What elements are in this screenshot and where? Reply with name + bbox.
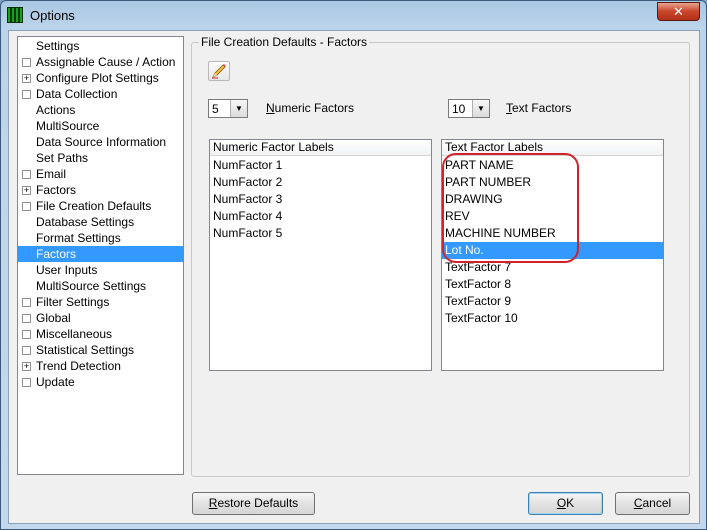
tree-item[interactable]: User Inputs [18,262,183,278]
tree-item-label: Database Settings [36,215,135,229]
close-button[interactable]: ✕ [657,2,700,21]
tree-item-label: Data Collection [36,87,118,101]
expand-icon[interactable]: + [22,186,31,195]
tree-item-label: Assignable Cause / Action [36,55,176,69]
list-item[interactable]: TextFactor 9 [442,293,663,310]
tree-box-icon[interactable] [22,90,31,99]
tree-box-icon[interactable] [22,170,31,179]
tree-item-label: Global [36,311,71,325]
text-factors-label: Text Factors [506,101,572,115]
tree-item-label: MultiSource Settings [36,279,147,293]
title-bar[interactable]: Options ✕ [1,1,706,29]
tree-item[interactable]: Email [18,166,183,182]
window-title: Options [30,8,75,23]
tree-item-label: Format Settings [36,231,121,245]
numeric-factors-combo[interactable]: 5 ▼ [208,99,248,118]
numeric-list-header: Numeric Factor Labels [210,140,431,156]
numeric-factors-value: 5 [212,102,219,116]
tree-item[interactable]: + Trend Detection [18,358,183,374]
tree-item[interactable]: Data Source Information [18,134,183,150]
tree-item[interactable]: Miscellaneous [18,326,183,342]
tree-item[interactable]: + Factors [18,182,183,198]
text-factors-combo[interactable]: 10 ▼ [448,99,490,118]
tree-box-icon[interactable] [22,58,31,67]
text-factors-value: 10 [452,102,466,116]
tree-root-settings[interactable]: Settings [18,38,183,54]
tree-item[interactable]: Factors [18,246,183,262]
tree-item[interactable]: Filter Settings [18,294,183,310]
list-item[interactable]: TextFactor 8 [442,276,663,293]
tree-item-label: Actions [36,103,76,117]
tree-item-label: Factors [36,247,77,261]
chevron-down-icon[interactable]: ▼ [230,100,247,117]
tree-item[interactable]: File Creation Defaults [18,198,183,214]
app-grid-icon [7,7,23,23]
settings-tree[interactable]: Settings Assignable Cause / Action + Confi… [17,36,184,475]
list-item[interactable]: NumFactor 1 [210,157,431,174]
tree-item[interactable]: Global [18,310,183,326]
expand-icon[interactable]: + [22,74,31,83]
tree-root-label: Settings [36,39,80,53]
tree-box-icon[interactable] [22,346,31,355]
tree-item-label: File Creation Defaults [36,199,152,213]
tree-item-label: Statistical Settings [36,343,135,357]
tree-box-icon[interactable] [22,202,31,211]
list-item[interactable]: NumFactor 4 [210,208,431,225]
list-item[interactable]: TextFactor 10 [442,310,663,327]
tree-item-label: Filter Settings [36,295,110,309]
list-item[interactable]: NumFactor 2 [210,174,431,191]
tree-box-icon[interactable] [22,314,31,323]
tree-item[interactable]: MultiSource Settings [18,278,183,294]
cancel-button[interactable]: Cancel [615,492,690,515]
tree-item[interactable]: Format Settings [18,230,183,246]
list-item[interactable]: NumFactor 3 [210,191,431,208]
tree-item[interactable]: Set Paths [18,150,183,166]
dialog-client: Settings Assignable Cause / Action + Confi… [8,30,700,524]
tree-item-label: Miscellaneous [36,327,113,341]
tree-item[interactable]: + Configure Plot Settings [18,70,183,86]
tree-item-label: Configure Plot Settings [36,71,159,85]
chevron-down-icon[interactable]: ▼ [472,100,489,117]
tree-item[interactable]: Actions [18,102,183,118]
tree-item-label: Email [36,167,67,181]
tree-item[interactable]: Update [18,374,183,390]
red-highlight-annotation [442,153,579,263]
tree-item[interactable]: Assignable Cause / Action [18,54,183,70]
numeric-factor-list[interactable]: Numeric Factor Labels NumFactor 1 NumFact… [209,139,432,371]
tree-item-label: Set Paths [36,151,89,165]
expand-icon[interactable]: + [22,362,31,371]
restore-defaults-button[interactable]: Restore Defaults [192,492,315,515]
tree-item-label: MultiSource [36,119,100,133]
group-title: File Creation Defaults - Factors [199,35,370,49]
tree-item-label: User Inputs [36,263,98,277]
tree-item[interactable]: Database Settings [18,214,183,230]
options-window: Options ✕ Settings Assignable Cause / Ac… [0,0,707,530]
list-item[interactable]: NumFactor 5 [210,225,431,242]
tree-box-icon[interactable] [22,378,31,387]
edit-button[interactable] [208,61,230,81]
pencil-icon [212,64,226,79]
tree-item[interactable]: Statistical Settings [18,342,183,358]
tree-item-label: Factors [36,183,77,197]
tree-item[interactable]: Data Collection [18,86,183,102]
tree-box-icon[interactable] [22,330,31,339]
tree-box-icon[interactable] [22,298,31,307]
tree-item-label: Update [36,375,75,389]
tree-item[interactable]: MultiSource [18,118,183,134]
numeric-factors-label: Numeric Factors [266,101,355,115]
ok-button[interactable]: OK [528,492,603,515]
tree-item-label: Data Source Information [36,135,167,149]
tree-item-label: Trend Detection [36,359,121,373]
